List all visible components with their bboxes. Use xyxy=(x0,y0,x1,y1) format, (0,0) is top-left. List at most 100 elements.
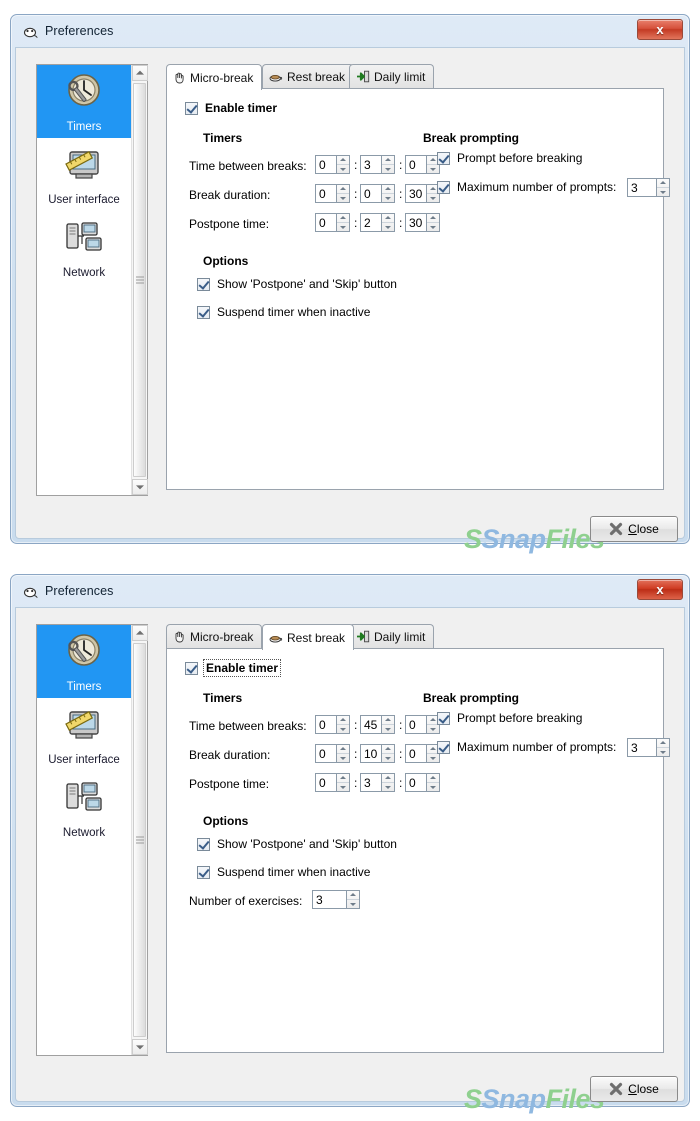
spin-value[interactable]: 0 xyxy=(405,744,427,763)
spin-value[interactable]: 0 xyxy=(315,155,337,174)
tab-micro-break[interactable]: Micro-break xyxy=(166,64,263,90)
enable-timer-checkbox[interactable] xyxy=(185,661,198,675)
spin-buttons[interactable] xyxy=(657,178,670,197)
postpone-time-minutes[interactable]: 3 xyxy=(360,773,395,792)
spin-value[interactable]: 3 xyxy=(360,773,382,792)
max-prompts-row[interactable]: Maximum number of prompts: xyxy=(437,740,616,754)
prompt-before-breaking-row[interactable]: Prompt before breaking xyxy=(437,151,582,165)
tab-rest-break[interactable]: Rest break xyxy=(262,64,355,88)
show-postpone-skip-checkbox[interactable] xyxy=(197,837,210,851)
spin-buttons[interactable] xyxy=(337,773,350,792)
category-list-scrollbar[interactable] xyxy=(131,625,148,1055)
spin-buttons[interactable] xyxy=(382,715,395,734)
spin-value[interactable]: 3 xyxy=(627,738,657,757)
suspend-timer-row[interactable]: Suspend timer when inactive xyxy=(197,305,370,319)
show-postpone-skip-row[interactable]: Show 'Postpone' and 'Skip' button xyxy=(197,277,397,291)
spin-buttons[interactable] xyxy=(337,213,350,232)
spin-buttons[interactable] xyxy=(382,744,395,763)
postpone-time-seconds[interactable]: 30 xyxy=(405,213,440,232)
spin-buttons[interactable] xyxy=(382,155,395,174)
prompt-before-breaking-checkbox[interactable] xyxy=(437,151,450,165)
suspend-timer-checkbox[interactable] xyxy=(197,865,210,879)
spin-buttons[interactable] xyxy=(337,184,350,203)
spin-value[interactable]: 0 xyxy=(315,715,337,734)
show-postpone-skip-checkbox[interactable] xyxy=(197,277,210,291)
enable-timer-checkbox[interactable] xyxy=(185,101,198,115)
window-close-button[interactable]: x xyxy=(637,579,683,600)
spin-value[interactable]: 0 xyxy=(405,715,427,734)
prompt-before-breaking-checkbox[interactable] xyxy=(437,711,450,725)
break-duration-minutes[interactable]: 0 xyxy=(360,184,395,203)
sidebar-item-timers[interactable]: Timers xyxy=(37,625,131,698)
spin-value[interactable]: 45 xyxy=(360,715,382,734)
spin-value[interactable]: 3 xyxy=(627,178,657,197)
sidebar-item-user-interface[interactable]: User interface xyxy=(37,138,131,211)
number-of-exercises-spinner[interactable]: 3 xyxy=(312,890,360,909)
tab-daily-limit[interactable]: Daily limit xyxy=(349,64,435,88)
time-between-breaks-seconds[interactable]: 0 xyxy=(405,715,440,734)
sidebar-item-timers[interactable]: Timers xyxy=(37,65,131,138)
spin-value[interactable]: 3 xyxy=(312,890,347,909)
category-list-scrollbar[interactable] xyxy=(131,65,148,495)
spin-value[interactable]: 0 xyxy=(405,773,427,792)
time-between-breaks-seconds[interactable]: 0 xyxy=(405,155,440,174)
max-prompts-spinner[interactable]: 3 xyxy=(627,738,670,757)
spin-value[interactable]: 0 xyxy=(315,773,337,792)
sidebar-item-network[interactable]: Network xyxy=(37,211,131,284)
tab-daily-limit[interactable]: Daily limit xyxy=(349,624,435,648)
spin-value[interactable]: 30 xyxy=(405,213,427,232)
spin-buttons[interactable] xyxy=(427,213,440,232)
max-prompts-row[interactable]: Maximum number of prompts: xyxy=(437,180,616,194)
scrollbar-thumb[interactable] xyxy=(133,643,146,1037)
show-postpone-skip-row[interactable]: Show 'Postpone' and 'Skip' button xyxy=(197,837,397,851)
max-prompts-spinner[interactable]: 3 xyxy=(627,178,670,197)
scroll-up-arrow-button[interactable] xyxy=(132,65,148,81)
postpone-time-hours[interactable]: 0 xyxy=(315,773,350,792)
spin-value[interactable]: 10 xyxy=(360,744,382,763)
break-duration-seconds[interactable]: 30 xyxy=(405,184,440,203)
spin-buttons[interactable] xyxy=(427,773,440,792)
sidebar-item-user-interface[interactable]: User interface xyxy=(37,698,131,771)
close-button[interactable]: Close xyxy=(590,516,678,542)
tab-micro-break[interactable]: Micro-break xyxy=(166,624,263,648)
spin-buttons[interactable] xyxy=(347,890,360,909)
scroll-up-arrow-button[interactable] xyxy=(132,625,148,641)
spin-buttons[interactable] xyxy=(657,738,670,757)
tab-rest-break[interactable]: Rest break xyxy=(262,624,355,650)
max-prompts-checkbox[interactable] xyxy=(437,740,450,754)
spin-value[interactable]: 0 xyxy=(405,155,427,174)
spin-value[interactable]: 0 xyxy=(315,744,337,763)
enable-timer-row[interactable]: Enable timer xyxy=(185,101,277,115)
enable-timer-row[interactable]: Enable timer xyxy=(185,659,282,677)
spin-buttons[interactable] xyxy=(337,155,350,174)
break-duration-minutes[interactable]: 10 xyxy=(360,744,395,763)
category-list[interactable]: Timers User interface Network xyxy=(36,64,148,496)
prompt-before-breaking-row[interactable]: Prompt before breaking xyxy=(437,711,582,725)
break-duration-seconds[interactable]: 0 xyxy=(405,744,440,763)
spin-value[interactable]: 0 xyxy=(315,213,337,232)
postpone-time-hours[interactable]: 0 xyxy=(315,213,350,232)
suspend-timer-row[interactable]: Suspend timer when inactive xyxy=(197,865,370,879)
max-prompts-checkbox[interactable] xyxy=(437,180,450,194)
spin-value[interactable]: 2 xyxy=(360,213,382,232)
break-duration-hours[interactable]: 0 xyxy=(315,744,350,763)
category-list[interactable]: Timers User interface Network xyxy=(36,624,148,1056)
spin-buttons[interactable] xyxy=(382,773,395,792)
postpone-time-seconds[interactable]: 0 xyxy=(405,773,440,792)
scroll-down-arrow-button[interactable] xyxy=(132,1039,148,1055)
postpone-time-minutes[interactable]: 2 xyxy=(360,213,395,232)
spin-buttons[interactable] xyxy=(382,213,395,232)
suspend-timer-checkbox[interactable] xyxy=(197,305,210,319)
spin-buttons[interactable] xyxy=(382,184,395,203)
scroll-down-arrow-button[interactable] xyxy=(132,479,148,495)
spin-value[interactable]: 0 xyxy=(315,184,337,203)
time-between-breaks-hours[interactable]: 0 xyxy=(315,155,350,174)
spin-value[interactable]: 0 xyxy=(360,184,382,203)
time-between-breaks-hours[interactable]: 0 xyxy=(315,715,350,734)
spin-value[interactable]: 3 xyxy=(360,155,382,174)
spin-value[interactable]: 30 xyxy=(405,184,427,203)
time-between-breaks-minutes[interactable]: 3 xyxy=(360,155,395,174)
time-between-breaks-minutes[interactable]: 45 xyxy=(360,715,395,734)
close-button[interactable]: Close xyxy=(590,1076,678,1102)
scrollbar-thumb[interactable] xyxy=(133,83,146,477)
